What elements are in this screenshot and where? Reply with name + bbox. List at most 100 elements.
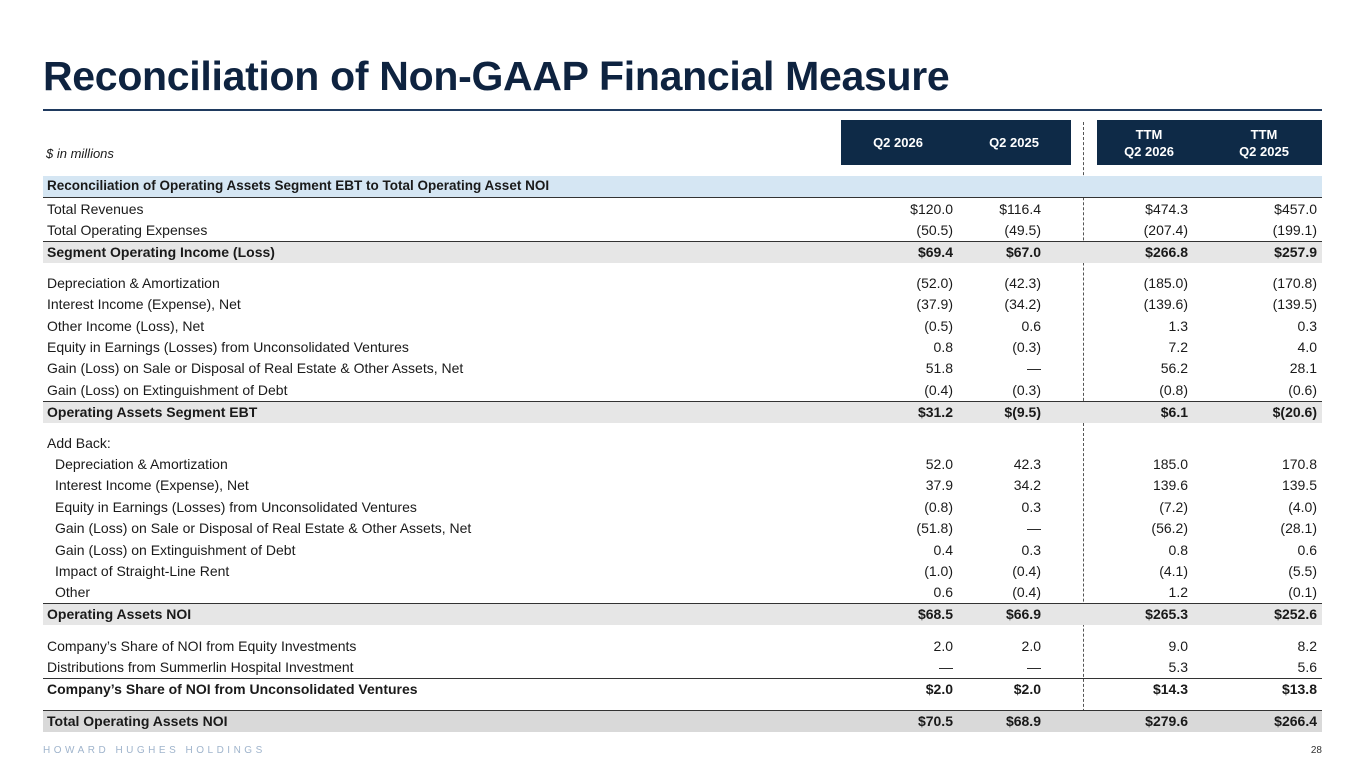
table-row: Operating Assets NOI $68.5 $66.9 $265.3 $252…	[43, 603, 1322, 625]
row-value: $70.5	[917, 713, 953, 729]
row-value: 34.2	[1013, 477, 1041, 493]
row-value: (4.0)	[1288, 499, 1317, 515]
row-value: (0.3)	[1012, 339, 1041, 355]
row-value: (49.5)	[1004, 222, 1041, 238]
row-value: $2.0	[1013, 681, 1041, 697]
row-label: Depreciation & Amortization	[55, 456, 228, 472]
row-value: $474.3	[1145, 201, 1188, 217]
column-header-group-quarter: Q2 2026 Q2 2025	[841, 120, 1071, 165]
table-row: Company’s Share of NOI from Equity Inves…	[43, 636, 1322, 657]
table-row: Total Operating Expenses (50.5) (49.5) (207…	[43, 220, 1322, 241]
row-label: Operating Assets Segment EBT	[47, 404, 258, 420]
row-value: (42.3)	[1004, 275, 1041, 291]
row-value: 0.8	[933, 339, 953, 355]
row-label: Gain (Loss) on Sale or Disposal of Real …	[47, 360, 464, 376]
table-row: Distributions from Summerlin Hospital In…	[43, 657, 1322, 678]
row-value: $68.9	[1005, 713, 1041, 729]
row-value: (0.1)	[1288, 584, 1317, 600]
row-value: $265.3	[1145, 606, 1188, 622]
table-row: Impact of Straight-Line Rent (1.0) (0.4) (4…	[43, 561, 1322, 582]
row-label: Operating Assets NOI	[47, 606, 192, 622]
row-value: (0.5)	[924, 318, 953, 334]
column-header-group-ttm: TTM Q2 2026 TTM Q2 2025	[1097, 120, 1322, 165]
row-value: (0.8)	[924, 499, 953, 515]
row-value: (0.8)	[1159, 382, 1188, 398]
row-value: 5.6	[1297, 659, 1317, 675]
row-label: Impact of Straight-Line Rent	[55, 563, 230, 579]
row-value: 42.3	[1013, 456, 1041, 472]
row-value: (139.6)	[1143, 296, 1188, 312]
row-value: 0.3	[1297, 318, 1317, 334]
table-row: Equity in Earnings (Losses) from Unconso…	[43, 337, 1322, 358]
row-value: 170.8	[1281, 456, 1317, 472]
column-header-ttm-q2-2026: TTM Q2 2026	[1124, 126, 1174, 159]
row-value: $266.4	[1274, 713, 1317, 729]
row-label: Distributions from Summerlin Hospital In…	[47, 659, 354, 675]
row-label: Other	[55, 584, 91, 600]
row-value: $68.5	[917, 606, 953, 622]
row-value: 7.2	[1168, 339, 1188, 355]
row-label: Gain (Loss) on Extinguishment of Debt	[47, 382, 288, 398]
row-value: $(20.6)	[1272, 404, 1317, 420]
row-label: Interest Income (Expense), Net	[47, 296, 241, 312]
row-label: Depreciation & Amortization	[47, 275, 220, 291]
row-label: Equity in Earnings (Losses) from Unconso…	[55, 499, 417, 515]
row-value: (0.6)	[1288, 382, 1317, 398]
page-number: 28	[1310, 745, 1322, 756]
row-value: 0.4	[933, 542, 953, 558]
section-header-label: Reconciliation of Operating Assets Segme…	[47, 178, 550, 193]
row-value: 1.3	[1168, 318, 1188, 334]
row-value: (0.4)	[1012, 563, 1041, 579]
row-value: 51.8	[925, 360, 953, 376]
row-value: —	[1027, 360, 1041, 376]
row-value: (7.2)	[1159, 499, 1188, 515]
table-row: Depreciation & Amortization 52.0 42.3 185.0…	[43, 454, 1322, 475]
row-label: Gain (Loss) on Extinguishment of Debt	[55, 542, 296, 558]
row-value: (1.0)	[924, 563, 953, 579]
row-value: (185.0)	[1143, 275, 1188, 291]
row-value: (28.1)	[1280, 520, 1317, 536]
row-value: $120.0	[910, 201, 953, 217]
row-value: —	[1027, 520, 1041, 536]
row-value: 139.6	[1152, 477, 1188, 493]
row-value: 56.2	[1160, 360, 1188, 376]
table-row: Gain (Loss) on Extinguishment of Debt 0.4…	[43, 540, 1322, 561]
table-row: Depreciation & Amortization (52.0) (42.3) (…	[43, 273, 1322, 294]
row-value: $31.2	[917, 404, 953, 420]
row-value: (170.8)	[1272, 275, 1317, 291]
page-title: Reconciliation of Non-GAAP Financial Mea…	[43, 53, 950, 99]
row-value: $116.4	[999, 201, 1041, 217]
row-label: Total Operating Assets NOI	[47, 713, 228, 729]
table-row: Segment Operating Income (Loss) $69.4 $67.…	[43, 241, 1322, 263]
row-label: Equity in Earnings (Losses) from Unconso…	[47, 339, 409, 355]
row-value: (0.4)	[1012, 584, 1041, 600]
row-value: 28.1	[1289, 360, 1317, 376]
row-label: Company’s Share of NOI from Unconsolidat…	[47, 681, 418, 697]
column-header-q2-2025: Q2 2025	[989, 135, 1039, 150]
row-value: 37.9	[925, 477, 953, 493]
table-row: Other 0.6 (0.4) 1.2 (0.1)	[43, 582, 1322, 603]
table-row: Total Revenues $120.0 $116.4 $474.3 $457.0	[43, 199, 1322, 220]
row-value: $13.8	[1281, 681, 1317, 697]
row-label: Gain (Loss) on Sale or Disposal of Real …	[55, 520, 472, 536]
table-row: Company’s Share of NOI from Unconsolidat…	[43, 678, 1322, 700]
row-value: (199.1)	[1272, 222, 1317, 238]
table-row: Total Operating Assets NOI $70.5 $68.9 $279…	[43, 710, 1322, 732]
row-label: Other Income (Loss), Net	[47, 318, 205, 334]
row-value: (52.0)	[916, 275, 953, 291]
row-value: 0.6	[1297, 542, 1317, 558]
row-value: (139.5)	[1272, 296, 1317, 312]
row-value: 185.0	[1152, 456, 1188, 472]
title-divider	[43, 109, 1322, 111]
row-value: $67.0	[1005, 244, 1041, 260]
row-value: 8.2	[1297, 638, 1317, 654]
row-value: $266.8	[1145, 244, 1188, 260]
row-value: $14.3	[1152, 681, 1188, 697]
row-value: —	[1027, 659, 1041, 675]
row-value: 0.6	[1021, 318, 1041, 334]
row-value: 139.5	[1281, 477, 1317, 493]
row-value: (207.4)	[1143, 222, 1188, 238]
column-header-q2-2026: Q2 2026	[873, 135, 923, 150]
row-value: (34.2)	[1004, 296, 1041, 312]
row-value: $69.4	[917, 244, 953, 260]
